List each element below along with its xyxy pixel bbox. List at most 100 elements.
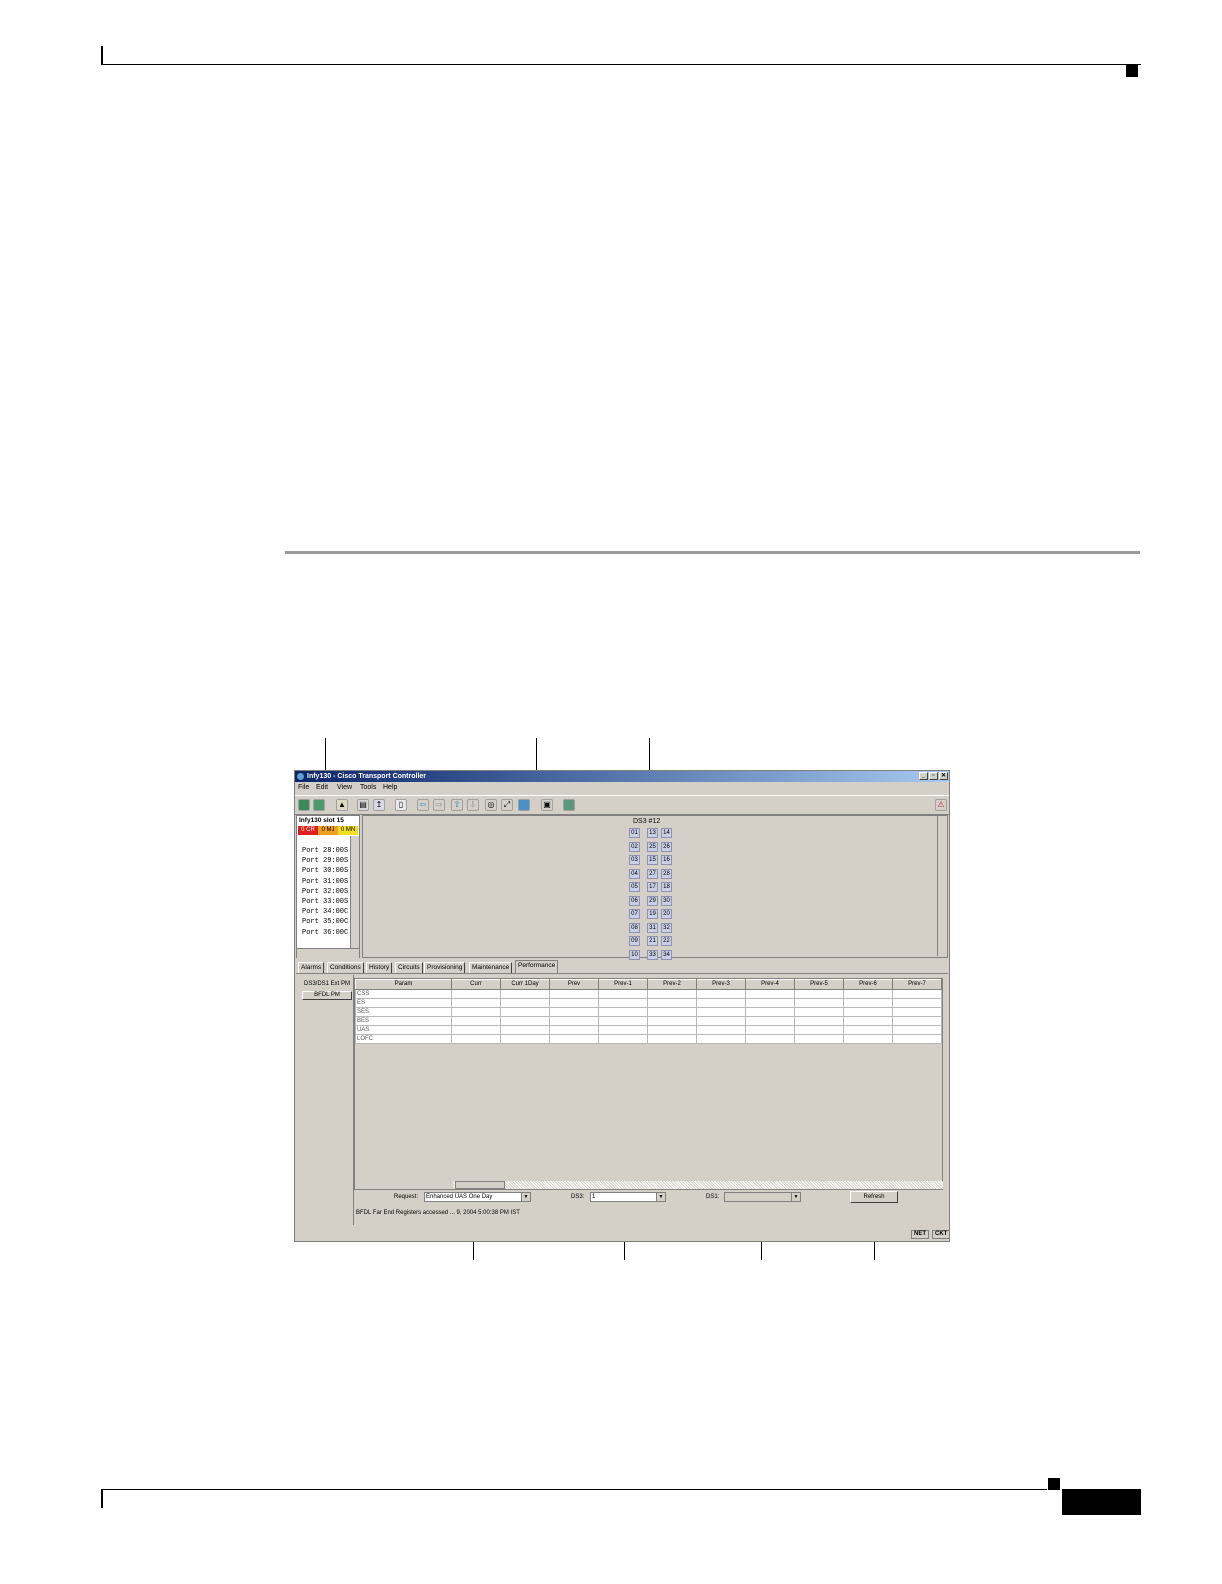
column-header[interactable]: Prev-5 <box>794 979 844 990</box>
list-item[interactable]: Port 33:00S <box>302 897 348 907</box>
channel-button[interactable]: 09 <box>629 936 640 946</box>
refresh-button[interactable]: Refresh <box>850 1191 898 1203</box>
table-row[interactable]: SES <box>355 1007 942 1017</box>
channel-button[interactable]: 28 <box>661 868 672 879</box>
clipboard-icon[interactable]: ▯ <box>395 799 407 811</box>
tab-performance[interactable]: Performance <box>515 960 559 973</box>
globe-icon[interactable] <box>298 799 310 811</box>
ds1-select[interactable]: ▼ <box>724 1192 801 1202</box>
minimize-icon[interactable]: _ <box>919 772 928 780</box>
chevron-down-icon[interactable]: ▼ <box>791 1193 800 1201</box>
menu-edit[interactable]: Edit <box>316 784 328 791</box>
zoom-icon[interactable]: ⤢ <box>501 799 513 811</box>
list-item[interactable]: Port 31:00S <box>302 877 348 887</box>
channel-button[interactable]: 18 <box>661 882 672 892</box>
up-icon[interactable]: ⇧ <box>451 799 463 811</box>
channel-button[interactable]: 04 <box>629 868 640 879</box>
port-list-scrollbar[interactable] <box>350 836 359 948</box>
column-header[interactable]: Prev <box>549 979 599 990</box>
port-list-hscrollbar[interactable] <box>297 948 359 958</box>
channel-button[interactable]: 33 <box>647 949 658 960</box>
ds3-ds1-ext-pm-button[interactable]: DS3/DS1 Ext PM <box>302 981 352 990</box>
chevron-down-icon[interactable]: ▼ <box>656 1193 665 1201</box>
world-icon[interactable] <box>518 799 530 811</box>
column-header[interactable]: Curr 1Day <box>500 979 550 990</box>
tab-circuits[interactable]: Circuits <box>395 962 423 973</box>
channel-button[interactable]: 30 <box>661 895 672 906</box>
home-icon[interactable]: ◎ <box>485 799 497 811</box>
node-view-icon[interactable]: ▣ <box>541 799 553 811</box>
column-header[interactable]: Prev-3 <box>696 979 746 990</box>
menu-view[interactable]: View <box>337 784 352 791</box>
channel-button[interactable]: 34 <box>661 949 672 960</box>
column-header[interactable]: Prev-6 <box>843 979 893 990</box>
menu-file[interactable]: File <box>298 784 309 791</box>
channel-button[interactable]: 05 <box>629 882 640 892</box>
back-icon[interactable]: ⇦ <box>417 799 429 811</box>
forward-icon[interactable]: ⇨ <box>433 799 445 811</box>
channel-button[interactable]: 08 <box>629 922 640 933</box>
channel-button[interactable]: 07 <box>629 909 640 919</box>
channel-button[interactable]: 27 <box>647 868 658 879</box>
tab-conditions[interactable]: Conditions <box>327 962 364 973</box>
channel-button[interactable]: 25 <box>647 841 658 852</box>
channel-button[interactable]: 32 <box>661 922 672 933</box>
menu-tools[interactable]: Tools <box>360 784 376 791</box>
restore-icon[interactable]: ▫ <box>929 772 938 780</box>
column-header[interactable]: Prev-1 <box>598 979 648 990</box>
channel-button[interactable]: 15 <box>647 855 658 865</box>
list-item[interactable]: Port 30:00S <box>302 866 348 876</box>
tab-history[interactable]: History <box>366 962 393 973</box>
tab-provisioning[interactable]: Provisioning <box>424 962 466 973</box>
lock-icon[interactable]: ▲ <box>336 799 348 811</box>
column-header[interactable]: Prev-7 <box>892 979 942 990</box>
channel-button[interactable]: 14 <box>661 828 672 838</box>
table-hscrollbar[interactable] <box>453 1181 943 1189</box>
channel-button[interactable]: 26 <box>661 841 672 852</box>
ds3-select[interactable]: 1 ▼ <box>590 1192 666 1202</box>
channel-button[interactable]: 06 <box>629 895 640 906</box>
column-header[interactable]: Param <box>355 979 452 990</box>
column-header[interactable]: Prev-2 <box>647 979 697 990</box>
channel-button[interactable]: 17 <box>647 882 658 892</box>
channel-button[interactable]: 16 <box>661 855 672 865</box>
list-item[interactable]: Port 28:00S <box>302 846 348 856</box>
channel-button[interactable]: 13 <box>647 828 658 838</box>
column-header[interactable]: Prev-4 <box>745 979 795 990</box>
network-icon[interactable] <box>313 799 325 811</box>
channel-button[interactable]: 03 <box>629 855 640 865</box>
channel-button[interactable]: 31 <box>647 922 658 933</box>
chevron-down-icon[interactable]: ▼ <box>521 1193 530 1201</box>
bfdl-pm-button[interactable]: BFDL PM <box>302 991 352 1000</box>
scroll-thumb[interactable] <box>455 1181 505 1189</box>
table-row[interactable]: ES <box>355 998 942 1008</box>
table-row[interactable]: LOFC <box>355 1034 942 1044</box>
print-icon[interactable]: ▤ <box>357 799 369 811</box>
list-item[interactable]: Port 34:00C <box>302 907 348 917</box>
list-item[interactable]: Port 32:00S <box>302 887 348 897</box>
table-row[interactable]: UAS <box>355 1025 942 1035</box>
export-icon[interactable]: ↥ <box>373 799 385 811</box>
channel-button[interactable]: 19 <box>647 909 658 919</box>
list-item[interactable]: Port 29:00S <box>302 856 348 866</box>
close-icon[interactable]: ✕ <box>939 772 948 780</box>
list-item[interactable]: Port 36:00C <box>302 928 348 938</box>
tab-maintenance[interactable]: Maintenance <box>469 962 513 973</box>
help-icon[interactable]: ⚠ <box>935 799 947 811</box>
table-row[interactable]: CSS <box>355 989 942 999</box>
channel-button[interactable]: 20 <box>661 909 672 919</box>
channel-button[interactable]: 10 <box>629 949 640 960</box>
menu-help[interactable]: Help <box>383 784 397 791</box>
channel-button[interactable]: 01 <box>629 828 640 838</box>
list-item[interactable]: Port 35:00C <box>302 917 348 927</box>
down-icon[interactable]: ⇩ <box>467 799 479 811</box>
tab-alarms[interactable]: Alarms <box>298 962 325 973</box>
channel-button[interactable]: 02 <box>629 841 640 852</box>
channel-button[interactable]: 29 <box>647 895 658 906</box>
request-select[interactable]: Enhanced UAS One Day ▼ <box>424 1192 531 1202</box>
card-view-icon[interactable] <box>563 799 575 811</box>
channel-button[interactable]: 22 <box>661 936 672 946</box>
table-row[interactable]: BES <box>355 1016 942 1026</box>
card-view-scrollbar[interactable] <box>937 816 947 956</box>
channel-button[interactable]: 21 <box>647 936 658 946</box>
